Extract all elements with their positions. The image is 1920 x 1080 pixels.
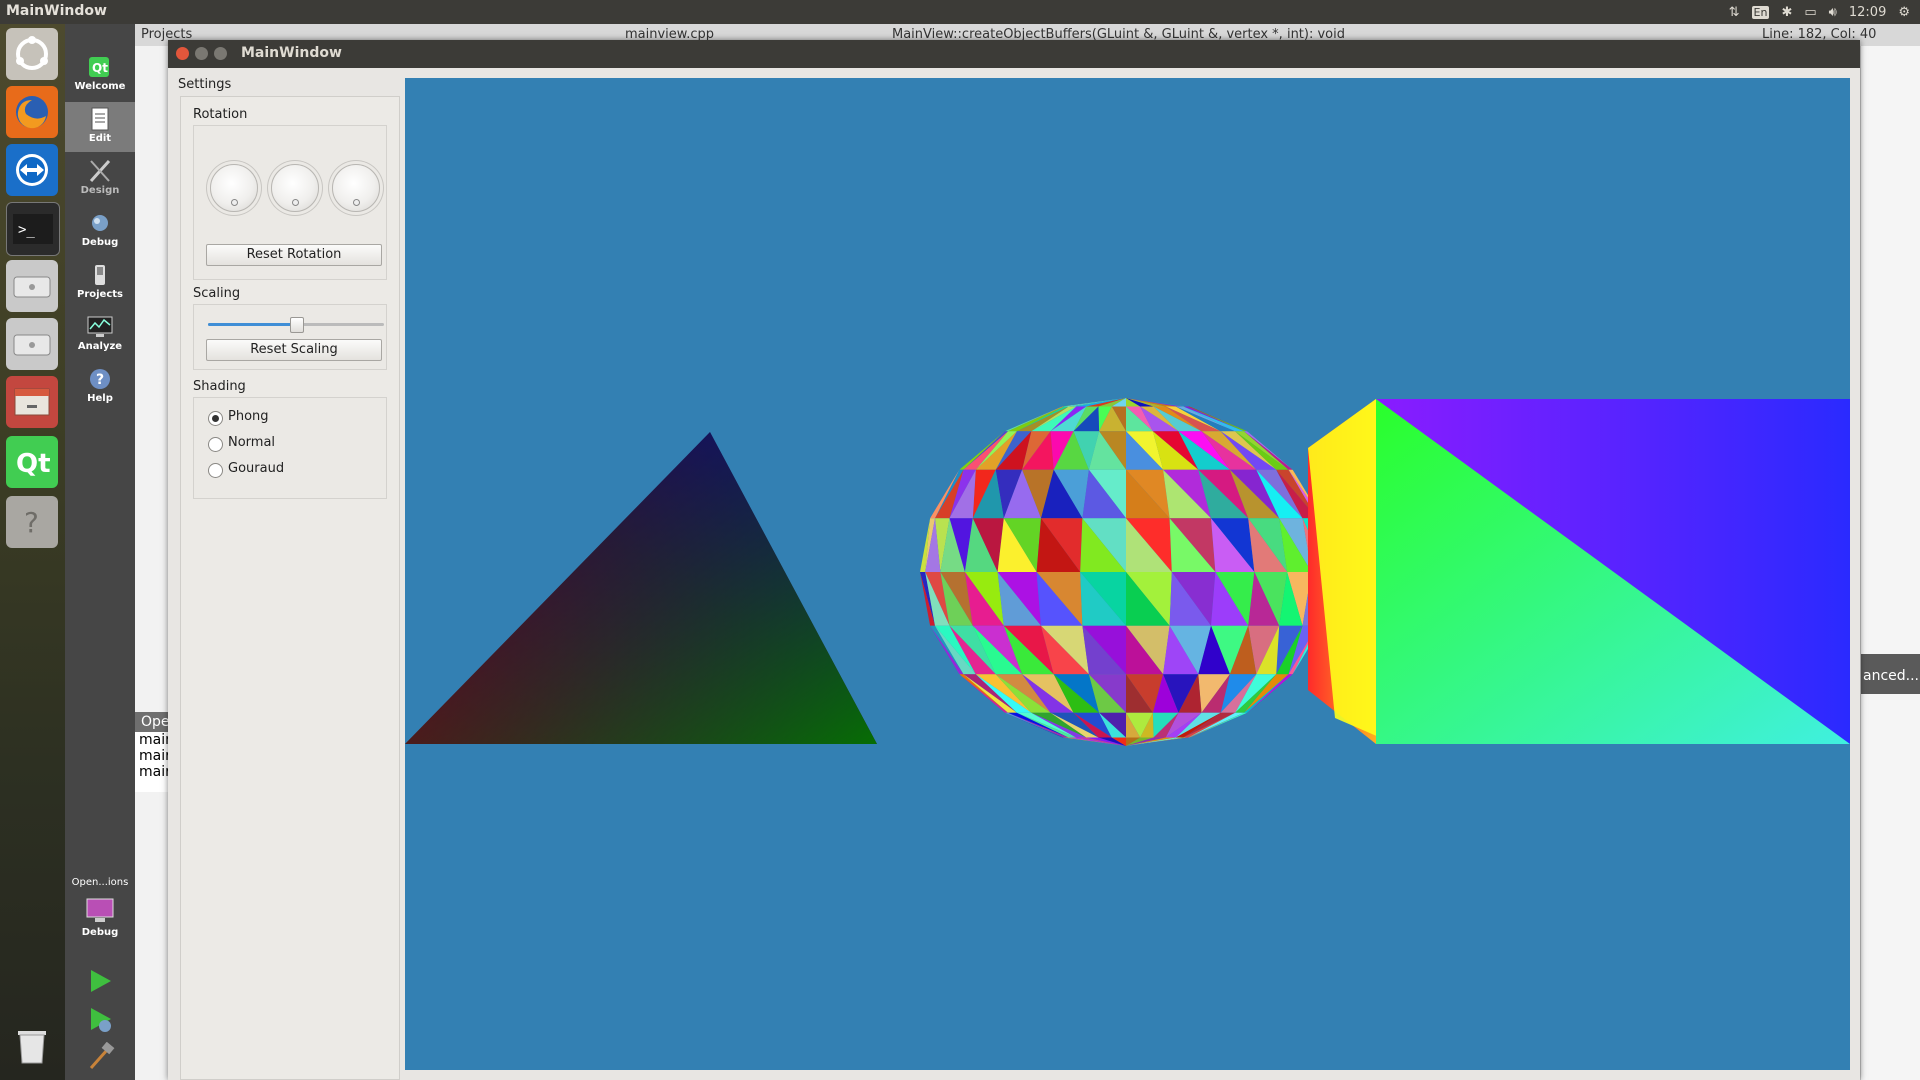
right-panel: anced... [1860,46,1920,1080]
disk-drive-icon[interactable] [6,318,58,370]
pyramid-left-shading [405,432,877,744]
radio-gouraud[interactable] [208,463,223,478]
rotation-dial-y[interactable] [271,164,319,212]
trash-icon[interactable] [6,1019,58,1071]
active-window-title: MainWindow [6,3,107,19]
maximize-icon[interactable] [214,47,227,60]
disk-drive-icon[interactable] [6,260,58,312]
edit-document-icon [91,107,109,131]
terminal-icon[interactable]: >_ [6,202,60,256]
volume-icon[interactable]: 🔊︎ [1829,5,1837,20]
settings-title: Settings [178,77,232,92]
minimize-icon[interactable] [195,47,208,60]
scaling-title: Scaling [193,286,241,301]
firefox-icon[interactable] [6,86,58,138]
mode-projects[interactable]: Projects [65,258,135,308]
right-panel-header: anced... [1861,654,1920,694]
svg-text:Qt: Qt [16,449,51,479]
debug-run-icon[interactable] [85,1004,115,1034]
system-tray: ⇅ En ✱ ▭ 🔊︎ 12:09 ⚙ [1729,0,1920,24]
monitor-icon [86,898,114,922]
wrench-icon [95,265,105,285]
radio-normal-label[interactable]: Normal [228,435,275,450]
svg-text:?: ? [96,372,104,388]
mode-analyze[interactable]: Analyze [65,310,135,360]
launcher: >_ Qt ? [0,24,65,1080]
svg-text:Qt: Qt [92,61,108,75]
scaling-group: Reset Scaling [193,304,387,370]
settings-panel: Rotation Reset Rotation Scaling Reset Sc… [180,96,400,1080]
teamviewer-icon[interactable] [6,144,58,196]
sphere [920,398,1332,746]
keyboard-layout-indicator[interactable]: En [1751,5,1770,19]
shading-title: Shading [193,379,246,394]
scaling-slider-fill [208,323,296,326]
bluetooth-icon[interactable]: ✱ [1781,5,1792,20]
target-selector[interactable]: Debug [65,892,135,952]
radio-normal[interactable] [208,437,223,452]
mode-edit[interactable]: Edit [65,102,135,152]
qt-welcome-icon: Qt [89,57,109,77]
qt-mode-sidebar: Qt Welcome Edit Design Debug Projects An… [65,24,135,1080]
help-icon: ? [90,369,110,389]
radio-phong-label[interactable]: Phong [228,409,269,424]
close-icon[interactable] [176,47,189,60]
rotation-dial-z[interactable] [332,164,380,212]
rotation-group: Reset Rotation [193,125,387,280]
project-tree-strip [135,46,170,1080]
bug-icon [92,215,108,231]
window-titlebar: MainWindow [168,40,1860,68]
mode-help[interactable]: ? Help [65,362,135,412]
run-icon[interactable] [85,966,115,996]
reset-rotation-button[interactable]: Reset Rotation [206,244,382,266]
scaling-slider-handle[interactable] [290,317,304,333]
top-panel: MainWindow ⇅ En ✱ ▭ 🔊︎ 12:09 ⚙ [0,0,1920,24]
radio-phong[interactable] [208,411,223,426]
main-window: MainWindow Settings Rotation Reset Rotat… [168,40,1860,1080]
window-title: MainWindow [241,45,342,61]
opengl-viewport[interactable] [405,78,1850,1070]
network-icon[interactable]: ⇅ [1729,5,1740,20]
clock[interactable]: 12:09 [1849,5,1886,20]
battery-icon[interactable]: ▭ [1804,5,1816,20]
qt-creator-icon[interactable]: Qt [6,436,58,488]
mode-debug[interactable]: Debug [65,206,135,256]
rotation-dial-x[interactable] [210,164,258,212]
gear-icon[interactable]: ⚙ [1898,5,1910,20]
target-project-label: Open...ions [71,877,129,888]
radio-gouraud-label[interactable]: Gouraud [228,461,284,476]
mode-welcome[interactable]: Qt Welcome [65,50,135,100]
scaling-slider[interactable] [208,317,384,333]
design-pen-icon [89,159,111,183]
unknown-app-icon[interactable]: ? [6,496,58,548]
monitor-chart-icon [87,316,113,337]
reset-scaling-button[interactable]: Reset Scaling [206,339,382,361]
rotation-title: Rotation [193,107,248,122]
svg-text:>_: >_ [18,222,35,238]
shading-group: Phong Normal Gouraud [193,397,387,499]
ubuntu-dash-icon[interactable] [6,28,58,80]
svg-text:?: ? [24,506,39,539]
build-hammer-icon[interactable] [85,1042,115,1072]
mode-design[interactable]: Design [65,154,135,204]
scene-render [405,398,1850,746]
files-icon[interactable] [6,376,58,428]
